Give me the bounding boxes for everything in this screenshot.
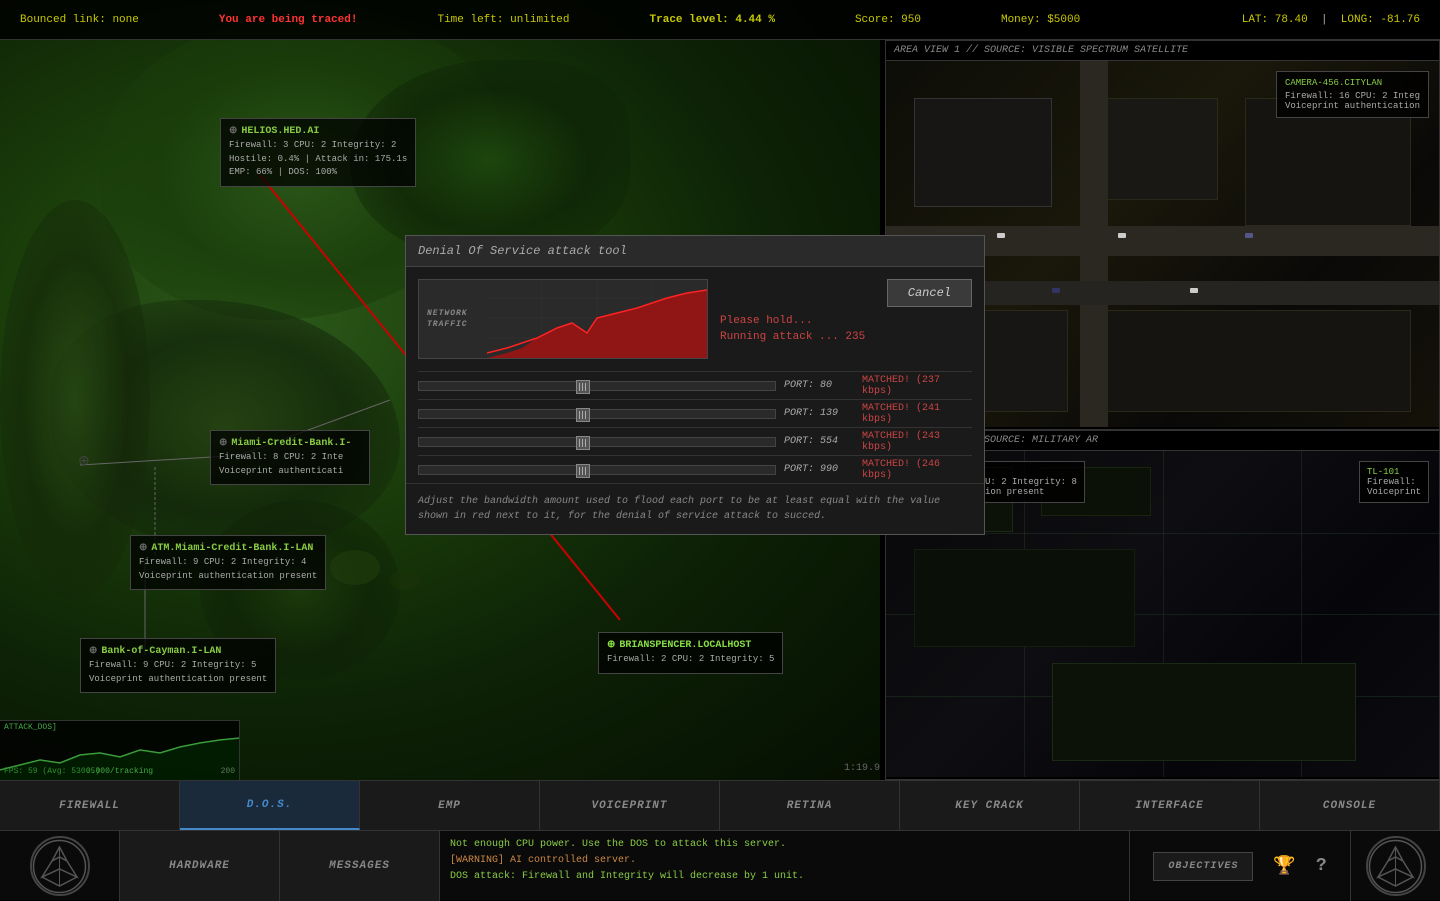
objectives-button[interactable]: OBJECTIVES [1153, 852, 1253, 881]
tool-firewall[interactable]: FIREWALL [0, 781, 180, 830]
port-thumb-139[interactable] [576, 408, 590, 422]
top-bar: Bounced link: none You are being traced!… [0, 0, 1440, 40]
port-label-139: PORT: 139 [784, 408, 854, 419]
bottom-bar: FIREWALL D.O.S. EMP VOICEPRINT RETINA KE… [0, 780, 1440, 900]
trophy-icon[interactable]: 🏆 [1273, 855, 1295, 877]
tool-voiceprint[interactable]: VOICEPRINT [540, 781, 720, 830]
dos-status-running: Running attack ... 235 [720, 331, 972, 343]
area-view-2-node2: TL-101 Firewall: Voiceprint [1359, 461, 1429, 503]
traffic-graph: NETWORK TRAFFIC [418, 279, 708, 359]
time-display: 1:19.9 [844, 763, 880, 774]
port-label-80: PORT: 80 [784, 380, 854, 391]
money: Money: $5000 [1001, 14, 1080, 26]
node-bank-cayman[interactable]: ⊕ Bank-of-Cayman.I-LAN Firewall: 9 CPU: … [80, 638, 276, 693]
port-rows: PORT: 80 MATCHED! (237 kbps) PORT: 139 M… [406, 371, 984, 483]
port-label-990: PORT: 990 [784, 464, 854, 475]
dos-dialog-title: Denial Of Service attack tool [406, 236, 984, 267]
port-thumb-554[interactable] [576, 436, 590, 450]
console-line-2: [WARNING] AI controlled server. [450, 853, 1119, 869]
port-slider-554[interactable] [418, 437, 776, 447]
port-thumb-80[interactable] [576, 380, 590, 394]
logo-svg-right [1368, 839, 1423, 894]
port-row-139: PORT: 139 MATCHED! (241 kbps) [418, 399, 972, 427]
dos-dialog-right: Cancel Please hold... Running attack ...… [720, 279, 972, 359]
node-miami-credit[interactable]: ⊕ Miami-Credit-Bank.I- Firewall: 8 CPU: … [210, 430, 370, 485]
tool-console[interactable]: CONSOLE [1260, 781, 1440, 830]
score: Score: 950 [855, 14, 921, 26]
mini-graph-tracking: 0.000/tracking [86, 767, 153, 776]
trace-level: Trace level: 4.44 % [650, 14, 775, 26]
help-icon[interactable]: ? [1316, 856, 1327, 876]
trace-warning: You are being traced! [219, 14, 358, 26]
time-left: Time left: unlimited [437, 14, 569, 26]
messages-button[interactable]: MESSAGES [280, 831, 440, 901]
mini-graph-label: ATTACK_DOS] [4, 723, 57, 732]
logo-left [0, 831, 120, 901]
port-row-990: PORT: 990 MATCHED! (246 kbps) [418, 455, 972, 483]
logo-svg-left [32, 839, 87, 894]
port-slider-80[interactable] [418, 381, 776, 391]
console-line-3: DOS attack: Firewall and Integrity will … [450, 869, 1119, 885]
mini-graph: ATTACK_DOS] FPS: 59 (Avg: 530.5) 200 0.0… [0, 720, 240, 780]
port-label-554: PORT: 554 [784, 436, 854, 447]
node-brianspencer[interactable]: ⊕ BRIANSPENCER.LOCALHOST Firewall: 2 CPU… [598, 632, 783, 674]
logo-right [1350, 831, 1440, 901]
console-log: Not enough CPU power. Use the DOS to att… [440, 831, 1130, 901]
toolbar: FIREWALL D.O.S. EMP VOICEPRINT RETINA KE… [0, 781, 1440, 831]
port-row-554: PORT: 554 MATCHED! (243 kbps) [418, 427, 972, 455]
traffic-chart-svg [487, 279, 707, 358]
tool-key-crack[interactable]: KEY CRACK [900, 781, 1080, 830]
coordinates: LAT: 78.40 | LONG: -81.76 [1242, 14, 1420, 26]
logo-circle-right [1366, 836, 1426, 896]
objectives-area: OBJECTIVES 🏆 ? [1130, 831, 1350, 901]
logo-circle-left [30, 836, 90, 896]
dos-instruction: Adjust the bandwidth amount used to floo… [406, 483, 984, 534]
tool-interface[interactable]: INTERFACE [1080, 781, 1260, 830]
port-match-80: MATCHED! (237 kbps) [862, 375, 972, 397]
port-slider-139[interactable] [418, 409, 776, 419]
crosshair-miami: ⊕ [78, 453, 90, 470]
port-thumb-990[interactable] [576, 464, 590, 478]
console-line-1: Not enough CPU power. Use the DOS to att… [450, 837, 1119, 853]
area-view-1-header: AREA VIEW 1 // SOURCE: VISIBLE SPECTRUM … [886, 41, 1439, 61]
bounced-link: Bounced link: none [20, 14, 139, 26]
port-match-554: MATCHED! (243 kbps) [862, 431, 972, 453]
dos-dialog: Denial Of Service attack tool NETWORK TR… [405, 235, 985, 535]
port-slider-990[interactable] [418, 465, 776, 475]
tool-retina[interactable]: RETINA [720, 781, 900, 830]
bottom-info: HARDWARE MESSAGES Not enough CPU power. … [0, 831, 1440, 901]
cancel-button[interactable]: Cancel [887, 279, 972, 307]
port-row-80: PORT: 80 MATCHED! (237 kbps) [418, 371, 972, 399]
port-match-139: MATCHED! (241 kbps) [862, 403, 972, 425]
port-match-990: MATCHED! (246 kbps) [862, 459, 972, 481]
node-atm-miami[interactable]: ⊕ ATM.Miami-Credit-Bank.I-LAN Firewall: … [130, 535, 326, 590]
hardware-button[interactable]: HARDWARE [120, 831, 280, 901]
node-helios[interactable]: ⊕ HELIOS.HED.AI Firewall: 3 CPU: 2 Integ… [220, 118, 416, 187]
tool-dos[interactable]: D.O.S. [180, 781, 360, 830]
area-view-1-node-info: CAMERA-456.CITYLAN Firewall: 16 CPU: 2 I… [1276, 71, 1429, 118]
tool-emp[interactable]: EMP [360, 781, 540, 830]
dos-status-hold: Please hold... [720, 315, 972, 327]
